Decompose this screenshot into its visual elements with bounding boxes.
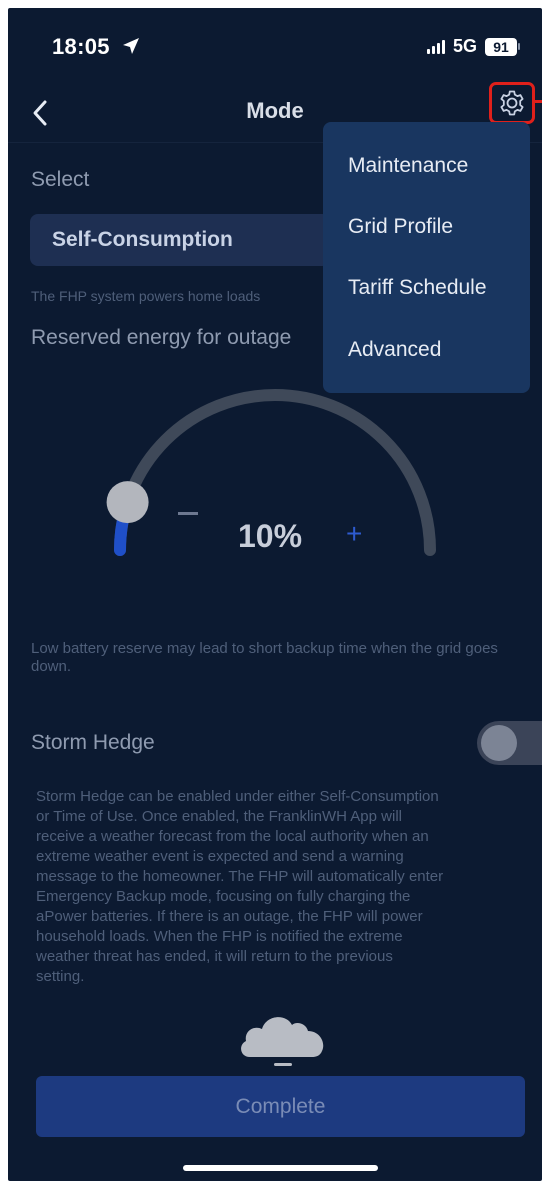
reserve-gauge: 10% +	[8, 368, 542, 578]
menu-item-maintenance[interactable]: Maintenance	[348, 154, 468, 178]
toggle-knob	[481, 725, 517, 761]
select-label: Select	[31, 168, 90, 191]
battery-level: 91	[485, 37, 517, 56]
storm-hedge-description: Storm Hedge can be enabled under either …	[36, 788, 444, 985]
signal-icon	[426, 39, 445, 54]
increase-button[interactable]: +	[346, 518, 362, 550]
status-indicators: 5G 91	[426, 36, 520, 57]
phone-screen: 18:05 5G 91 Mode Select Self-Consumption…	[8, 8, 542, 1181]
reserve-value: 10%	[238, 518, 303, 554]
mode-description: The FHP system powers home loads	[31, 288, 261, 304]
page-title: Mode	[246, 98, 304, 123]
storm-hedge-label: Storm Hedge	[31, 731, 155, 754]
network-type: 5G	[452, 36, 477, 56]
gauge-slider-handle	[106, 481, 149, 524]
home-indicator	[183, 1165, 378, 1171]
decrease-button[interactable]	[178, 512, 198, 515]
cloud-icon	[241, 1017, 324, 1066]
settings-dropdown-menu: Maintenance Grid Profile Tariff Schedule…	[323, 122, 530, 393]
mode-select[interactable]: Self-Consumption	[30, 214, 330, 266]
gear-icon	[500, 90, 524, 116]
highlight-marker	[535, 100, 542, 103]
complete-button[interactable]: Complete	[36, 1076, 525, 1137]
menu-item-tariff-schedule[interactable]: Tariff Schedule	[348, 276, 487, 300]
mode-select-value: Self-Consumption	[52, 228, 233, 251]
storm-hedge-toggle[interactable]	[477, 721, 542, 765]
status-time: 18:05	[52, 34, 110, 59]
reserve-warning: Low battery reserve may lead to short ba…	[31, 640, 498, 675]
menu-item-advanced[interactable]: Advanced	[348, 338, 441, 362]
reserve-label: Reserved energy for outage	[31, 326, 292, 349]
battery-icon: 91	[485, 37, 520, 56]
menu-item-grid-profile[interactable]: Grid Profile	[348, 215, 453, 239]
location-arrow-icon	[123, 38, 139, 54]
settings-button[interactable]	[489, 82, 535, 124]
status-bar: 18:05 5G 91	[8, 8, 542, 78]
